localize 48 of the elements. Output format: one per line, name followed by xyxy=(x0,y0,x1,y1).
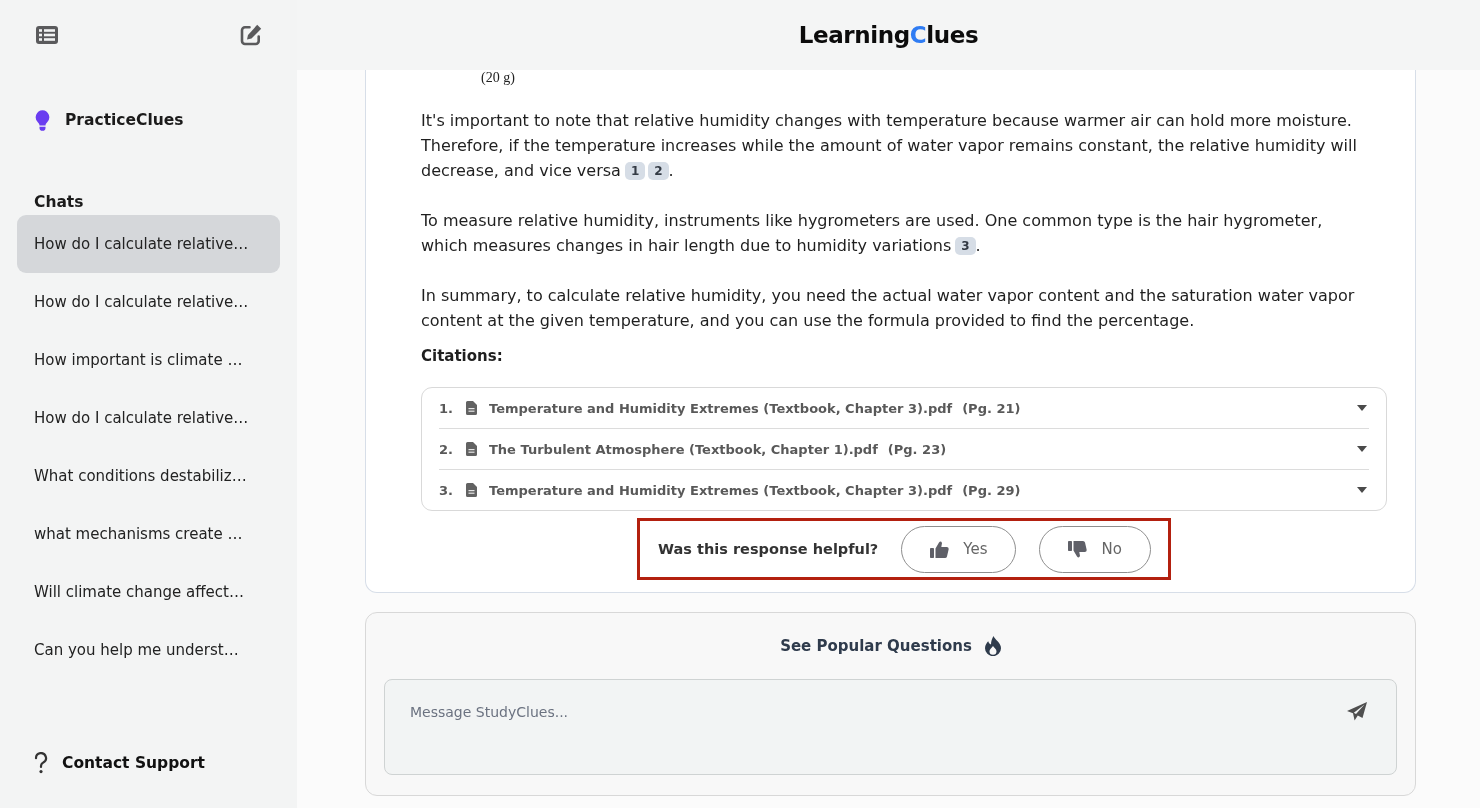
citation-number: 2. xyxy=(439,441,454,457)
thumbs-down-icon xyxy=(1068,540,1088,558)
citation-title[interactable]: The Turbulent Atmosphere (Textbook, Chapter 1).pdf xyxy=(489,441,878,457)
brand-name: PracticeClues xyxy=(65,111,184,129)
citation-title[interactable]: Temperature and Humidity Extremes (Textbook, Chapter 3).pdf xyxy=(489,400,953,416)
send-icon[interactable] xyxy=(1347,702,1367,721)
document-icon xyxy=(466,483,477,497)
flame-icon xyxy=(984,636,1001,656)
chat-item[interactable]: How do I calculate relative… xyxy=(17,215,280,273)
logo: LearningClues xyxy=(798,22,979,48)
answer-paragraph: In summary, to calculate relative humidity, you need the actual water vapor content and the saturation water vapor content at the given temperature, and you can use the formula provided to find the percentage. xyxy=(421,285,1356,332)
chat-item[interactable]: Can you help me underst… xyxy=(17,621,280,679)
chat-item[interactable]: What conditions destabiliz… xyxy=(17,447,280,505)
message-field[interactable]: Message StudyClues... xyxy=(384,679,1397,775)
document-icon xyxy=(466,442,477,456)
contact-support-link[interactable]: Contact Support xyxy=(62,754,205,772)
caret-icon[interactable] xyxy=(1357,487,1367,493)
citation-number: 3. xyxy=(439,482,454,498)
chat-item[interactable]: How important is climate … xyxy=(17,331,280,389)
answer-paragraph: To measure relative humidity, instruments like hygrometers are used. One common type is the hair hygrometer, which measures changes in hair length due to humidity variations 3 . xyxy=(421,210,1324,257)
list-icon[interactable] xyxy=(36,26,58,44)
chats-heading: Chats xyxy=(34,192,85,213)
answer-paragraph: It's important to note that relative humidity changes with temperature because warmer air can hold more moisture. Therefore, if the temperature increases while the amount of water vapor remains constant, the relative humidity will decrease, and vice versa 1 2 . xyxy=(421,110,1358,182)
citation-badge[interactable]: 3 xyxy=(955,237,976,255)
citation-badge[interactable]: 1 xyxy=(624,162,646,180)
chat-item[interactable]: Will climate change affect… xyxy=(17,563,280,621)
caret-icon[interactable] xyxy=(1357,446,1367,452)
chat-item[interactable]: How do I calculate relative… xyxy=(17,389,280,447)
citation-badge[interactable]: 2 xyxy=(648,162,669,180)
help-icon[interactable] xyxy=(34,752,48,774)
thumbs-up-icon xyxy=(930,540,950,558)
citation-page: (Pg. 23) xyxy=(887,441,947,457)
citations-heading: Citations: xyxy=(421,346,503,367)
chat-item[interactable]: what mechanisms create … xyxy=(17,505,280,563)
feedback-question: Was this response helpful? xyxy=(658,541,879,557)
popular-questions-link[interactable]: See Popular Questions xyxy=(780,637,972,655)
citation-page: (Pg. 21) xyxy=(962,400,1021,416)
no-button[interactable]: No xyxy=(1039,525,1151,573)
lightbulb-icon xyxy=(35,109,50,131)
document-icon xyxy=(466,401,477,415)
citation-page: (Pg. 29) xyxy=(962,482,1021,498)
yes-button[interactable]: Yes xyxy=(901,525,1017,573)
formula-fragment: (20 g) xyxy=(481,70,515,86)
edit-icon[interactable] xyxy=(240,24,262,46)
caret-icon[interactable] xyxy=(1357,405,1367,411)
chat-item[interactable]: How do I calculate relative… xyxy=(17,273,280,331)
citation-title[interactable]: Temperature and Humidity Extremes (Textbook, Chapter 3).pdf xyxy=(489,482,953,498)
citation-number: 1. xyxy=(439,400,454,416)
